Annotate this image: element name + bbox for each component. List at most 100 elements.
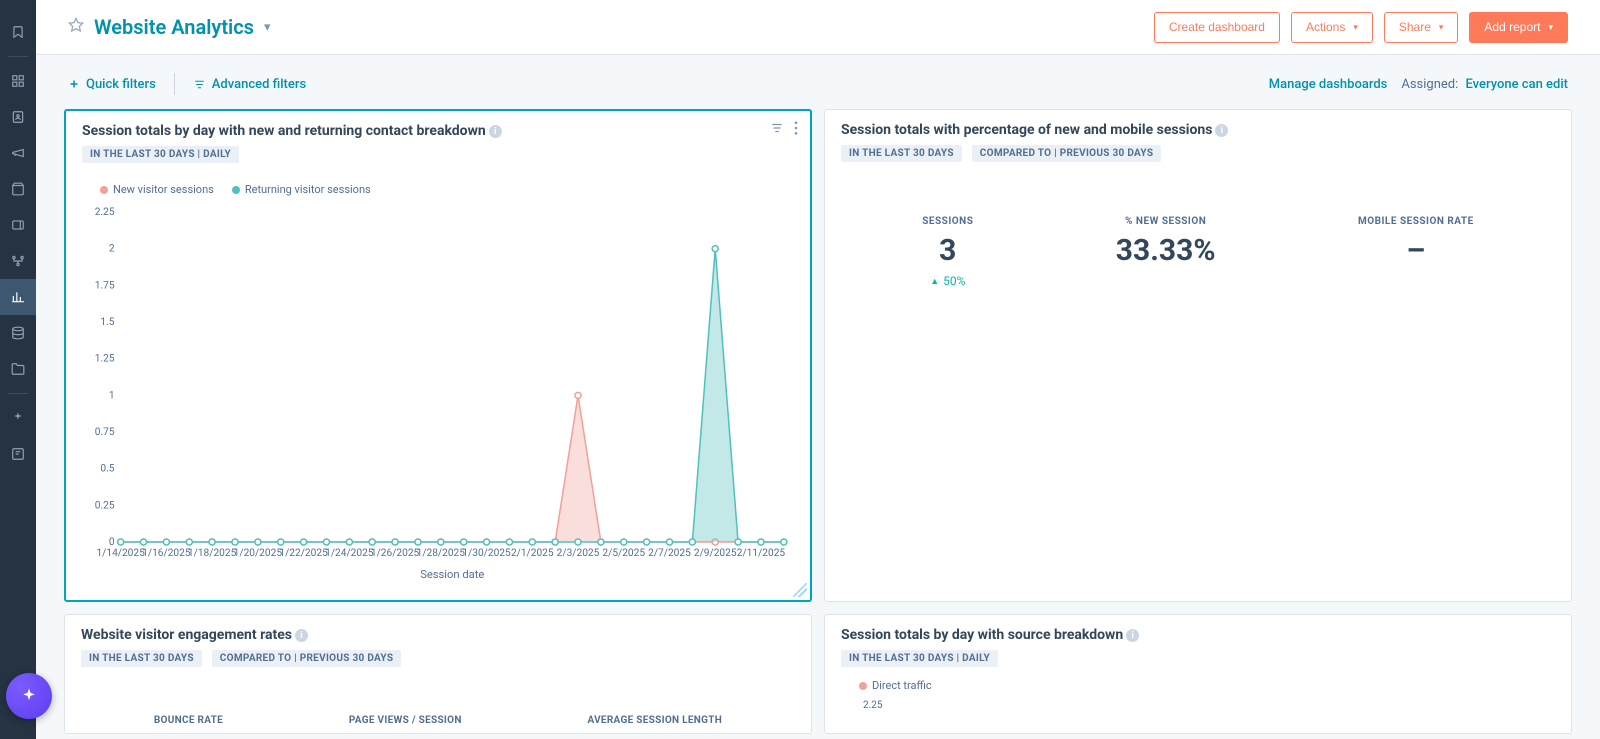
metric-pageviews: PAGE VIEWS / SESSION [349,715,462,726]
add-report-button[interactable]: Add report [1469,12,1568,43]
dashboard-grid: Session totals by day with new and retur… [36,109,1600,739]
sessions-chart: 00.250.50.7511.251.51.7522.251/14/20251/… [82,204,794,584]
svg-text:1.5: 1.5 [100,317,114,328]
assigned-label: Assigned: [1401,77,1458,92]
quick-filters-link[interactable]: Quick filters [68,77,156,92]
legend-item[interactable]: Returning visitor sessions [232,183,371,196]
manage-dashboards-link[interactable]: Manage dashboards [1269,77,1388,92]
chart-legend: Direct traffic [859,679,1555,692]
resize-handle[interactable] [793,583,807,597]
bookmark-icon[interactable] [0,14,36,50]
contact-icon[interactable] [0,99,36,135]
svg-text:2: 2 [109,244,115,255]
title-dropdown-icon[interactable]: ▾ [264,20,271,35]
metric-bounce: BOUNCE RATE [154,715,223,726]
template-icon[interactable] [0,436,36,472]
share-button[interactable]: Share [1384,12,1459,43]
chart-legend: New visitor sessions Returning visitor s… [100,183,794,196]
filter-bar: Quick filters Advanced filters Manage da… [36,55,1600,109]
kpi-delta: 50% [930,274,965,288]
svg-text:Session date: Session date [420,568,484,581]
svg-text:2/3/2025: 2/3/2025 [557,548,600,559]
actions-button[interactable]: Actions [1291,12,1373,43]
svg-text:0: 0 [109,537,115,548]
main: Website Analytics ▾ Create dashboard Act… [36,0,1600,739]
card-title: Session totals by day with source breakd… [841,627,1123,643]
ai-assistant-button[interactable] [6,673,52,719]
kpi-value: 3 [922,233,973,268]
svg-text:2/5/2025: 2/5/2025 [602,548,645,559]
divider [174,73,175,95]
svg-text:1/22/2025: 1/22/2025 [279,548,328,559]
kpi-value: 33.33% [1116,233,1216,268]
create-dashboard-button[interactable]: Create dashboard [1154,12,1280,43]
card-title: Website visitor engagement rates [81,627,292,643]
card-source-breakdown[interactable]: Session totals by day with source breakd… [824,614,1572,734]
info-icon[interactable]: i [295,629,308,642]
advanced-filters-label: Advanced filters [212,77,306,92]
info-icon[interactable]: i [1215,124,1228,137]
legend-direct-label: Direct traffic [872,679,932,692]
ticket-icon[interactable] [0,207,36,243]
svg-text:1: 1 [109,390,115,401]
card-title: Session totals by day with new and retur… [82,123,486,139]
info-icon[interactable]: i [489,125,502,138]
svg-text:1/20/2025: 1/20/2025 [234,548,283,559]
grid-icon[interactable] [0,63,36,99]
svg-text:1.75: 1.75 [95,280,115,291]
reports-icon[interactable] [0,279,36,315]
svg-text:1/26/2025: 1/26/2025 [371,548,420,559]
more-icon[interactable] [794,121,798,139]
legend-new-label: New visitor sessions [113,183,214,196]
workflow-icon[interactable] [0,243,36,279]
svg-text:0.5: 0.5 [100,464,114,475]
kpi-value: – [1358,233,1474,268]
cart-icon[interactable] [0,171,36,207]
card-tag: IN THE LAST 30 DAYS | DAILY [82,146,239,163]
legend-returning-label: Returning visitor sessions [245,183,371,196]
kpi-sessions: SESSIONS 3 50% [922,216,973,288]
svg-text:2/9/2025: 2/9/2025 [694,548,737,559]
card-engagement[interactable]: Website visitor engagement ratesi IN THE… [64,614,812,734]
info-icon[interactable]: i [1126,629,1139,642]
page-title[interactable]: Website Analytics [94,15,254,39]
legend-item[interactable]: New visitor sessions [100,183,214,196]
folder-icon[interactable] [0,351,36,387]
svg-text:2.25: 2.25 [95,207,115,218]
kpi-mobile-rate: MOBILE SESSION RATE – [1358,216,1474,288]
quick-filters-label: Quick filters [86,77,156,92]
sidebar [0,0,36,739]
sparkle-icon[interactable] [0,400,36,436]
assigned-value-link[interactable]: Everyone can edit [1466,77,1569,92]
svg-text:1/16/2025: 1/16/2025 [142,548,191,559]
svg-text:1/18/2025: 1/18/2025 [188,548,237,559]
card-tag: COMPARED TO | PREVIOUS 30 DAYS [972,145,1162,162]
advanced-filters-link[interactable]: Advanced filters [193,77,306,92]
svg-text:2/1/2025: 2/1/2025 [511,548,554,559]
y-tick-label: 2.25 [863,700,1555,711]
svg-text:0.25: 0.25 [95,500,115,511]
filter-icon[interactable] [770,121,784,139]
star-icon[interactable] [68,17,84,37]
card-tag: IN THE LAST 30 DAYS [81,650,202,667]
card-sessions-daily[interactable]: Session totals by day with new and retur… [64,109,812,602]
card-tag: COMPARED TO | PREVIOUS 30 DAYS [212,650,402,667]
svg-text:1/14/2025: 1/14/2025 [96,548,145,559]
kpi-new-session: % NEW SESSION 33.33% [1116,216,1216,288]
svg-text:2/7/2025: 2/7/2025 [648,548,691,559]
database-icon[interactable] [0,315,36,351]
card-title: Session totals with percentage of new an… [841,122,1212,138]
kpi-label: % NEW SESSION [1116,216,1216,227]
svg-text:0.75: 0.75 [95,427,115,438]
card-tag: IN THE LAST 30 DAYS | DAILY [841,650,998,667]
svg-text:1.25: 1.25 [95,354,115,365]
svg-text:2/11/2025: 2/11/2025 [737,548,786,559]
svg-text:1/28/2025: 1/28/2025 [417,548,466,559]
kpi-label: SESSIONS [922,216,973,227]
legend-item[interactable]: Direct traffic [859,679,932,692]
topbar: Website Analytics ▾ Create dashboard Act… [36,0,1600,55]
svg-text:1/30/2025: 1/30/2025 [462,548,511,559]
kpi-label: MOBILE SESSION RATE [1358,216,1474,227]
card-sessions-percentage[interactable]: Session totals with percentage of new an… [824,109,1572,602]
megaphone-icon[interactable] [0,135,36,171]
